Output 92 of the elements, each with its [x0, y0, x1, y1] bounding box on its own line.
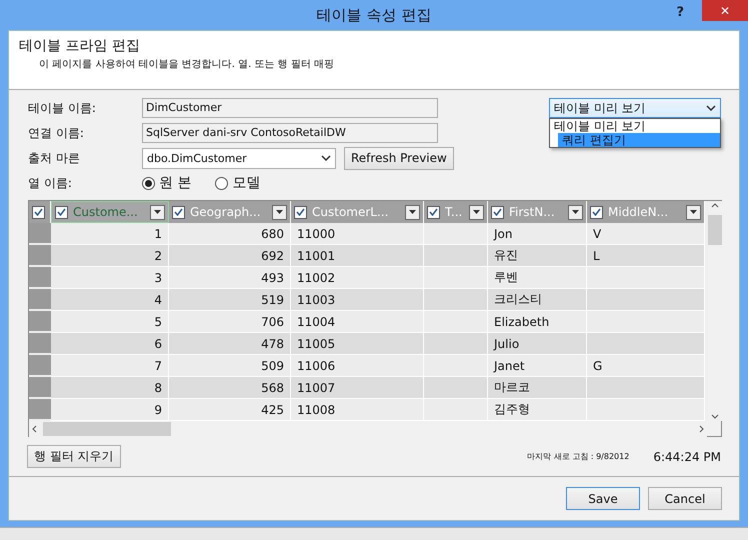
- chevron-down-icon: [706, 105, 716, 111]
- table-cell: 크리스티: [488, 289, 587, 311]
- table-cell: [424, 377, 488, 399]
- table-cell: 6: [51, 333, 169, 355]
- table-cell: 1: [51, 223, 169, 245]
- column-checkbox[interactable]: [491, 206, 504, 218]
- table-cell: 493: [169, 267, 291, 289]
- table-cell: Jon: [488, 223, 587, 245]
- table-cell: 7: [51, 355, 169, 377]
- refresh-preview-button[interactable]: Refresh Preview: [344, 146, 454, 170]
- table-cell: [424, 245, 488, 267]
- dropdown-option[interactable]: 쿼리 편집기: [558, 133, 720, 147]
- table-cell: 692: [169, 245, 291, 267]
- view-dropdown[interactable]: 테이블 미리 보기: [549, 98, 721, 118]
- help-button[interactable]: ?: [676, 5, 684, 20]
- table-cell: V: [587, 223, 705, 245]
- table-cell: 519: [169, 289, 291, 311]
- table-cell: 루벤: [488, 267, 587, 289]
- table-cell: [424, 289, 488, 311]
- scroll-thumb[interactable]: [708, 215, 722, 245]
- table-cell: 11005: [291, 333, 424, 355]
- table-cell: [424, 311, 488, 333]
- connection-name-field[interactable]: SqlServer dani-srv ContosoRetailDW: [142, 123, 438, 143]
- table-cell: 425: [169, 399, 291, 421]
- table-cell: [424, 333, 488, 355]
- chevron-down-icon: [321, 155, 331, 161]
- last-refresh-label: 마지막 새로 고침 : 9/82012: [527, 451, 630, 462]
- table-cell: 568: [169, 377, 291, 399]
- table-cell: 11007: [291, 377, 424, 399]
- table-cell: L: [587, 245, 705, 267]
- filter-dropdown-icon[interactable]: [272, 204, 287, 220]
- column-checkbox[interactable]: [590, 206, 603, 218]
- source-dropdown[interactable]: dbo.DimCustomer: [142, 148, 336, 168]
- cancel-button[interactable]: Cancel: [648, 487, 722, 510]
- page-description: 이 페이지를 사용하여 테이블을 변경합니다. 열. 또는 행 필터 매핑: [39, 58, 335, 71]
- table-cell: 11008: [291, 399, 424, 421]
- table-name-field[interactable]: DimCustomer: [142, 98, 438, 118]
- table-cell: 11006: [291, 355, 424, 377]
- filter-dropdown-icon[interactable]: [150, 204, 165, 220]
- table-cell: 11004: [291, 311, 424, 333]
- scroll-thumb[interactable]: [43, 422, 171, 436]
- clear-row-filters-button[interactable]: 행 필터 지우기: [27, 445, 121, 468]
- table-cell: 김주형: [488, 399, 587, 421]
- filter-dropdown-icon[interactable]: [469, 204, 484, 220]
- table-cell: 4: [51, 289, 169, 311]
- filter-dropdown-icon[interactable]: [405, 204, 420, 220]
- chevron-down-icon[interactable]: [711, 414, 719, 419]
- table-cell: Elizabeth: [488, 311, 587, 333]
- column-checkbox[interactable]: [55, 206, 68, 218]
- table-cell: 마르코: [488, 377, 587, 399]
- table-cell: 11002: [291, 267, 424, 289]
- table-cell: 3: [51, 267, 169, 289]
- table-cell: 478: [169, 333, 291, 355]
- close-button[interactable]: ✕: [702, 0, 748, 21]
- column-checkbox[interactable]: [294, 206, 307, 218]
- field-label: 연결 이름:: [28, 124, 85, 142]
- chevron-right-icon[interactable]: [699, 425, 704, 433]
- chevron-left-icon[interactable]: [32, 425, 37, 433]
- table-cell: G: [587, 355, 705, 377]
- dropdown-option[interactable]: 테이블 미리 보기: [550, 119, 720, 133]
- table-cell: 8: [51, 377, 169, 399]
- table-cell: 706: [169, 311, 291, 333]
- radio-option[interactable]: 원 본: [142, 174, 192, 192]
- select-all-checkbox[interactable]: [32, 206, 45, 218]
- field-label: 출처 마른: [28, 150, 81, 166]
- table-cell: Janet: [488, 355, 587, 377]
- table-cell: [424, 223, 488, 245]
- radio-option[interactable]: 모델: [215, 174, 260, 192]
- chevron-up-icon[interactable]: [711, 203, 719, 208]
- field-label: 테이블 이름:: [28, 100, 97, 116]
- table-cell: 5: [51, 311, 169, 333]
- window-title: 테이블 속성 편집: [316, 6, 432, 24]
- table-cell: Julio: [488, 333, 587, 355]
- table-cell: 680: [169, 223, 291, 245]
- save-button[interactable]: Save: [566, 487, 640, 510]
- table-cell: [424, 267, 488, 289]
- table-cell: 11003: [291, 289, 424, 311]
- field-label: 열 이름:: [28, 174, 73, 192]
- table-cell: [424, 355, 488, 377]
- table-cell: [424, 399, 488, 421]
- table-cell: 2: [51, 245, 169, 267]
- column-checkbox[interactable]: [427, 206, 440, 218]
- table-cell: 유진: [488, 245, 587, 267]
- table-cell: 9: [51, 399, 169, 421]
- table-cell: 509: [169, 355, 291, 377]
- page-title: 테이블 프라임 편집: [19, 37, 141, 55]
- refresh-time: 6:44:24 PM: [653, 450, 721, 464]
- table-cell: 11000: [291, 223, 424, 245]
- column-checkbox[interactable]: [172, 206, 185, 218]
- table-cell: 11001: [291, 245, 424, 267]
- filter-dropdown-icon[interactable]: [686, 204, 701, 220]
- filter-dropdown-icon[interactable]: [568, 204, 583, 220]
